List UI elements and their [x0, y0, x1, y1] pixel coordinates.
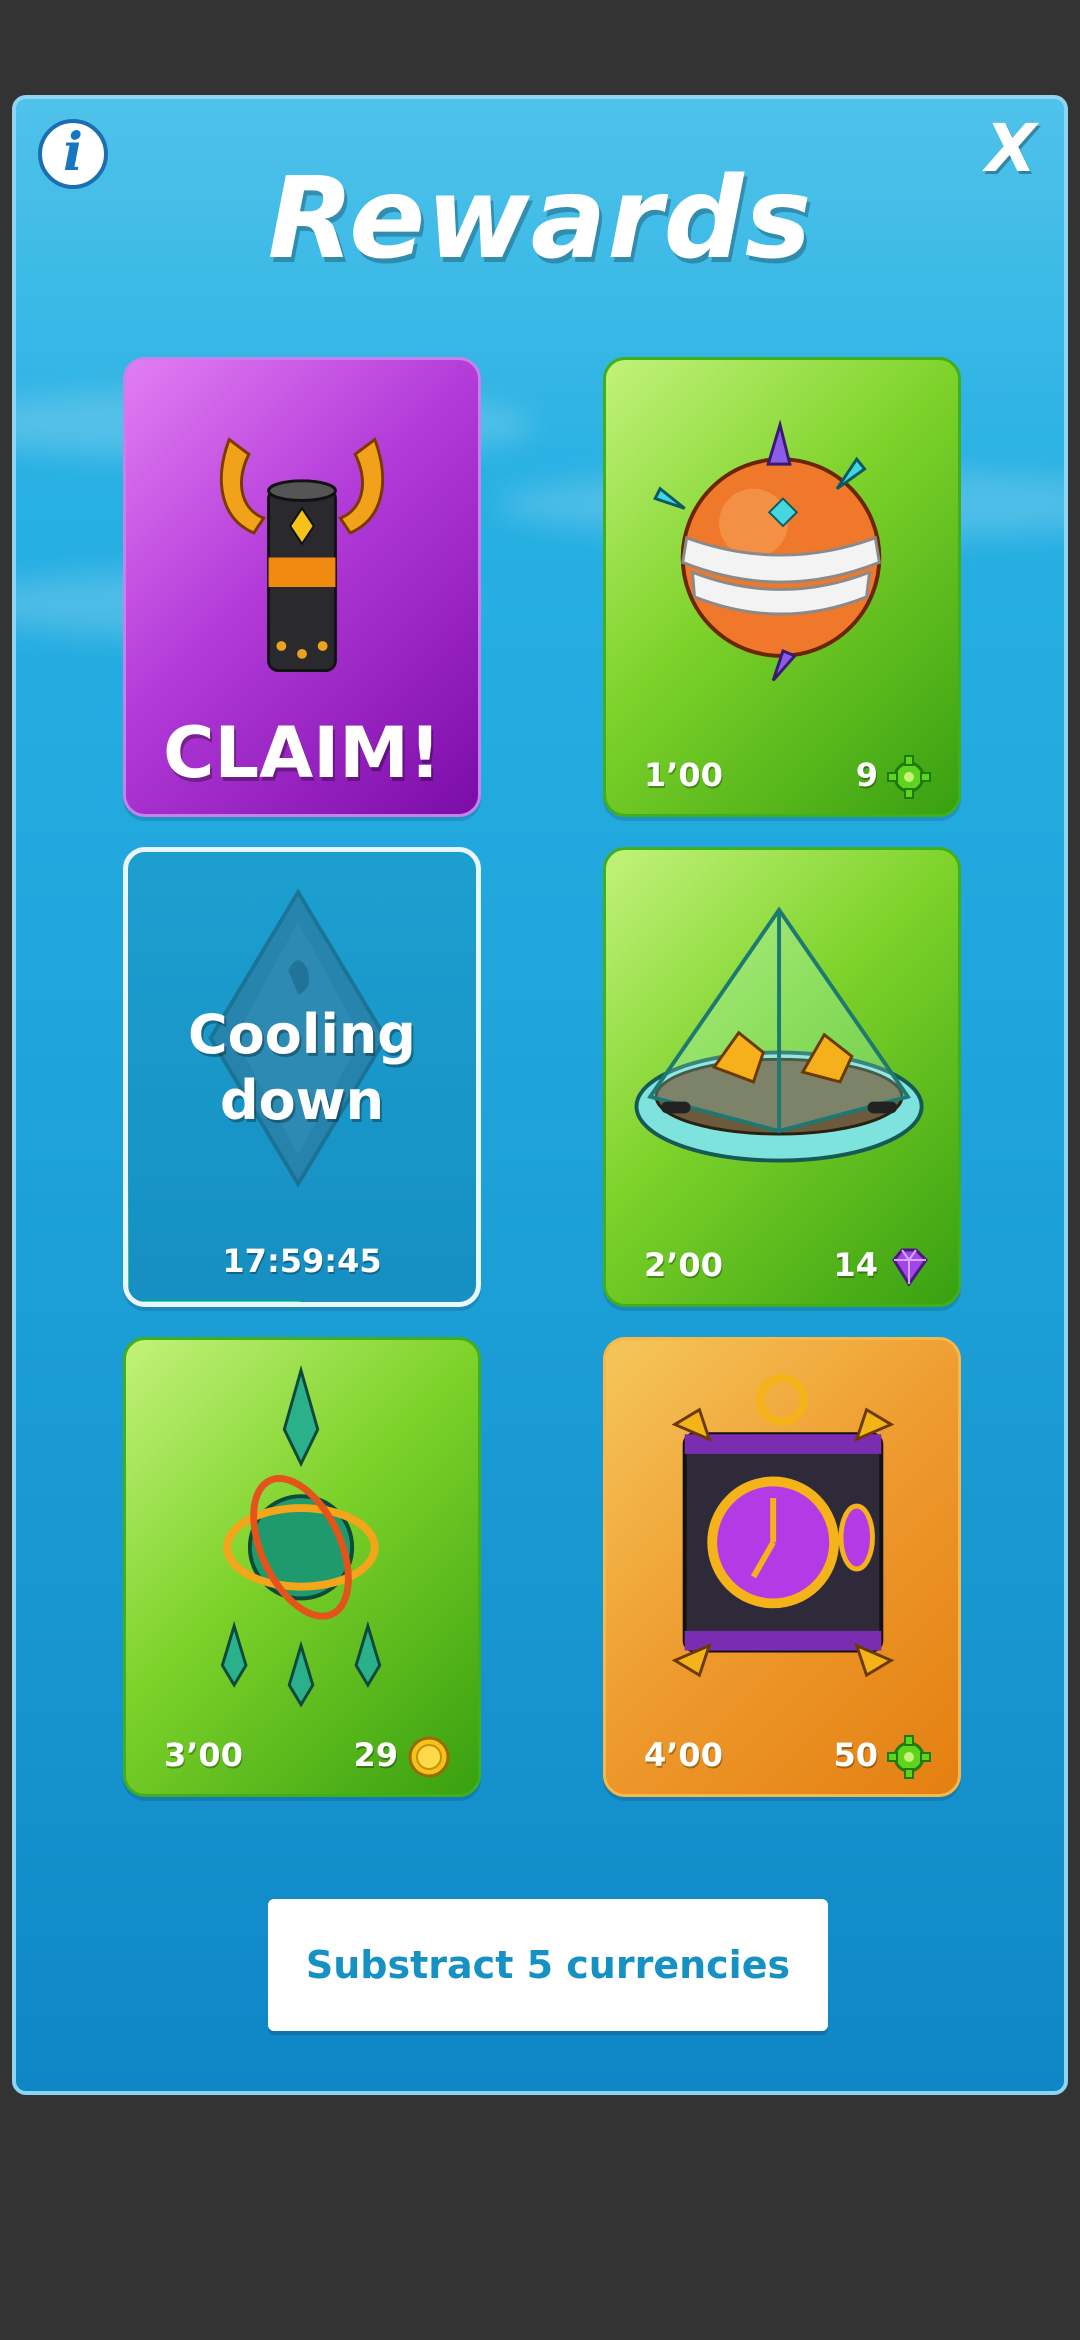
reward-time: 2’00 [644, 1246, 723, 1284]
reward-time: 1’00 [644, 756, 723, 794]
reward-card[interactable]: 1’00 9 [603, 357, 961, 817]
clock-chest-icon [671, 1374, 895, 1678]
reward-card[interactable]: 3’00 29 [123, 1337, 481, 1797]
currency-count: 9 [855, 756, 878, 794]
purple-gem-icon [892, 1248, 928, 1287]
cooldown-progress-fill [128, 1301, 302, 1302]
subtract-currencies-button[interactable]: Substract 5 currencies [268, 1899, 828, 2031]
armillary-sphere-icon [220, 1364, 382, 1708]
pyramid-cage-icon [634, 906, 924, 1163]
spiked-orb-icon [653, 419, 882, 682]
gold-coin-icon [408, 1736, 450, 1778]
cooldown-progress-glow [128, 1167, 129, 1302]
currency-count: 14 [833, 1246, 878, 1284]
reward-card-claim[interactable]: CLAIM! [123, 357, 481, 817]
reward-card[interactable]: 4’00 50 [603, 1337, 961, 1797]
reward-time: 3’00 [164, 1736, 243, 1774]
reward-card-cooling: Cooling down 17:59:45 [123, 847, 481, 1307]
claim-label: CLAIM! [163, 712, 441, 794]
green-gear-icon [887, 1735, 931, 1779]
cooldown-timer: 17:59:45 [222, 1242, 382, 1280]
cooling-label: Cooling down [188, 1003, 416, 1132]
cooldown-progress [128, 1301, 476, 1302]
currency-count: 50 [833, 1736, 878, 1774]
reward-card[interactable]: 2’00 14 [603, 847, 961, 1307]
green-gear-icon [887, 755, 931, 799]
reward-time: 4’00 [644, 1736, 723, 1774]
rewards-panel: i X Rewards CLAIM! 1’00 9 Cooling down 1… [12, 95, 1068, 2095]
page-title: Rewards [267, 154, 813, 284]
currency-count: 29 [353, 1736, 398, 1774]
